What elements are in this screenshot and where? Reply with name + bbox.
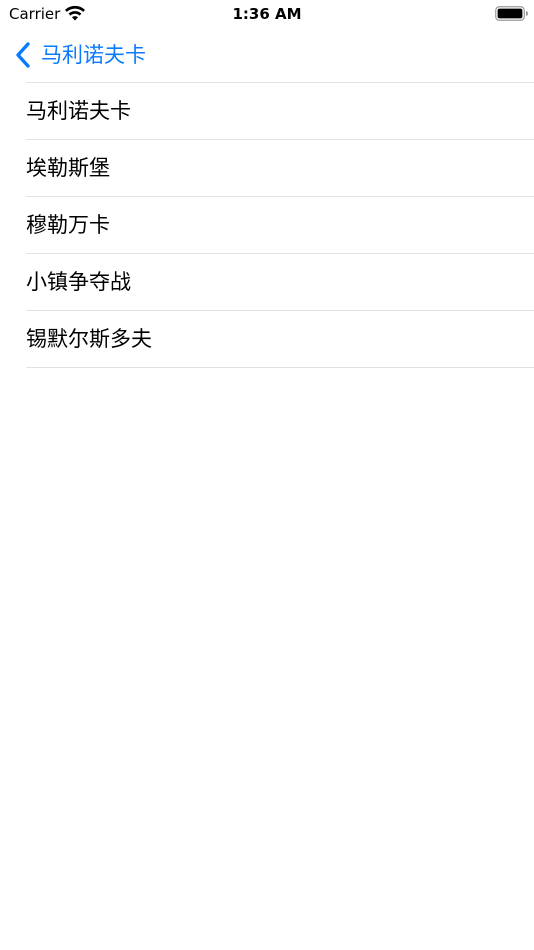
back-button[interactable]: 马利诺夫卡	[14, 38, 146, 72]
list-item-label: 小镇争夺战	[26, 270, 131, 294]
back-button-label: 马利诺夫卡	[41, 43, 146, 67]
status-bar: Carrier 1:36 AM	[0, 0, 534, 28]
list-item[interactable]: 埃勒斯堡	[26, 140, 534, 197]
list-item[interactable]: 小镇争夺战	[26, 254, 534, 311]
list-item-label: 埃勒斯堡	[26, 156, 110, 180]
list-item-label: 锡默尔斯多夫	[26, 327, 152, 351]
chevron-left-icon	[16, 42, 30, 68]
clock: 1:36 AM	[232, 5, 302, 23]
list-item-label: 穆勒万卡	[26, 213, 110, 237]
list-item[interactable]: 穆勒万卡	[26, 197, 534, 254]
list-item[interactable]: 锡默尔斯多夫	[26, 311, 534, 368]
list-item[interactable]: 马利诺夫卡	[26, 83, 534, 140]
location-list: 马利诺夫卡 埃勒斯堡 穆勒万卡 小镇争夺战 锡默尔斯多夫	[0, 82, 534, 368]
navigation-bar: 马利诺夫卡	[0, 30, 534, 80]
battery-icon	[495, 6, 528, 21]
list-item-label: 马利诺夫卡	[26, 99, 131, 123]
